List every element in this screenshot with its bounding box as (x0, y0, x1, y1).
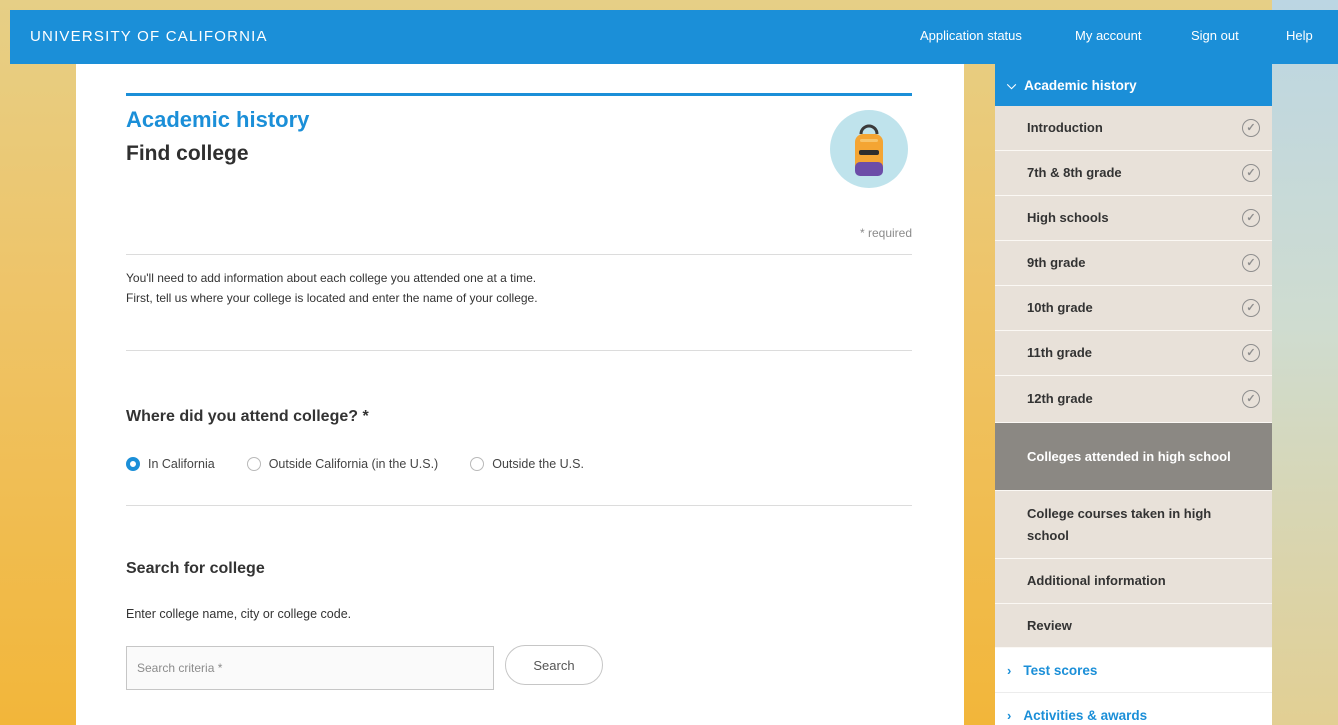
nav-sign-out[interactable]: Sign out (1191, 28, 1239, 43)
sidebar-item-10th-grade[interactable]: 10th grade ✓ (995, 286, 1272, 331)
check-circle-icon: ✓ (1242, 254, 1260, 272)
sidebar-item-7th-8th-grade[interactable]: 7th & 8th grade ✓ (995, 151, 1272, 196)
sidebar-item-additional-information[interactable]: Additional information (995, 559, 1272, 604)
divider (126, 505, 912, 506)
sidebar-item-label: 11th grade (1027, 345, 1093, 360)
sidebar-link-activities-awards[interactable]: › Activities & awards (995, 693, 1272, 725)
sidebar-item-colleges-attended[interactable]: Colleges attended in high school (995, 423, 1272, 491)
sidebar-item-label: Additional information (1027, 573, 1166, 588)
search-input[interactable] (126, 646, 494, 690)
sidebar-item-11th-grade[interactable]: 11th grade ✓ (995, 331, 1272, 376)
radio-outside-california[interactable]: Outside California (in the U.S.) (246, 457, 439, 471)
page-title: Find college (126, 142, 249, 165)
sidebar-item-review[interactable]: Review (995, 604, 1272, 648)
sidebar: ⌵ Academic history Introduction ✓ 7th & … (995, 64, 1272, 725)
sidebar-item-label: 12th grade (1027, 391, 1093, 406)
attend-question-label: Where did you attend college? * (126, 408, 369, 425)
sidebar-item-label: College courses taken in high school (1027, 505, 1212, 543)
radio-outside-us[interactable]: Outside the U.S. (470, 457, 584, 471)
check-circle-icon: ✓ (1242, 209, 1260, 227)
main-panel: Academic history Find college * required… (76, 64, 964, 725)
nav-application-status[interactable]: Application status (920, 28, 1022, 43)
sidebar-item-label: High schools (1027, 210, 1109, 225)
radio-in-california[interactable]: In California (126, 457, 215, 471)
radio-label: Outside the U.S. (492, 457, 584, 471)
sidebar-item-high-schools[interactable]: High schools ✓ (995, 196, 1272, 241)
sidebar-item-label: 7th & 8th grade (1027, 165, 1122, 180)
radio-selected-icon[interactable] (126, 457, 140, 471)
intro-text: You'll need to add information about eac… (126, 268, 538, 308)
sidebar-section-label: Academic history (1024, 77, 1137, 93)
sidebar-item-label: Review (1027, 617, 1072, 633)
search-help-text: Enter college name, city or college code… (126, 607, 352, 621)
required-note: * required (859, 226, 912, 240)
check-circle-icon: ✓ (1242, 164, 1260, 182)
sidebar-link-test-scores[interactable]: › Test scores (995, 648, 1272, 693)
sidebar-item-introduction[interactable]: Introduction ✓ (995, 106, 1272, 151)
intro-line-2: First, tell us where your college is loc… (126, 291, 538, 305)
brand-name[interactable]: UNIVERSITY OF CALIFORNIA (30, 28, 268, 45)
intro-line-1: You'll need to add information about eac… (126, 271, 537, 285)
check-circle-icon: ✓ (1242, 390, 1260, 408)
section-title: Academic history (126, 107, 310, 132)
radio-unselected-icon[interactable] (246, 457, 261, 471)
sidebar-item-9th-grade[interactable]: 9th grade ✓ (995, 241, 1272, 286)
chevron-right-icon: › (1007, 707, 1012, 723)
chevron-down-icon: ⌵ (1007, 77, 1017, 92)
check-circle-icon: ✓ (1242, 119, 1260, 137)
radio-label: Outside California (in the U.S.) (268, 457, 439, 471)
sidebar-item-label: Colleges attended in high school (1027, 448, 1231, 464)
nav-my-account[interactable]: My account (1075, 28, 1141, 43)
top-bar: UNIVERSITY OF CALIFORNIA Application sta… (10, 10, 1338, 64)
sidebar-item-label: 10th grade (1027, 300, 1093, 315)
divider (126, 350, 912, 351)
sidebar-link-label: Activities & awards (1023, 707, 1148, 723)
right-background (1272, 0, 1338, 725)
check-circle-icon: ✓ (1242, 344, 1260, 362)
sidebar-item-label: Introduction (1027, 120, 1103, 135)
backpack-icon (830, 110, 908, 188)
radio-label: In California (148, 457, 215, 471)
section-rule (126, 93, 912, 96)
location-radio-group: In California Outside California (in the… (126, 457, 616, 471)
nav-help[interactable]: Help (1286, 28, 1313, 43)
sidebar-item-college-courses[interactable]: College courses taken in high school (995, 491, 1272, 559)
chevron-right-icon: › (1007, 662, 1012, 678)
sidebar-link-label: Test scores (1023, 662, 1098, 678)
check-circle-icon: ✓ (1242, 299, 1260, 317)
search-heading: Search for college (126, 560, 265, 577)
sidebar-item-12th-grade[interactable]: 12th grade ✓ (995, 376, 1272, 423)
sidebar-section-academic-history[interactable]: ⌵ Academic history (995, 64, 1272, 106)
radio-unselected-icon[interactable] (470, 457, 485, 471)
search-button[interactable]: Search (505, 645, 603, 685)
divider (126, 254, 912, 255)
sidebar-item-label: 9th grade (1027, 255, 1086, 270)
